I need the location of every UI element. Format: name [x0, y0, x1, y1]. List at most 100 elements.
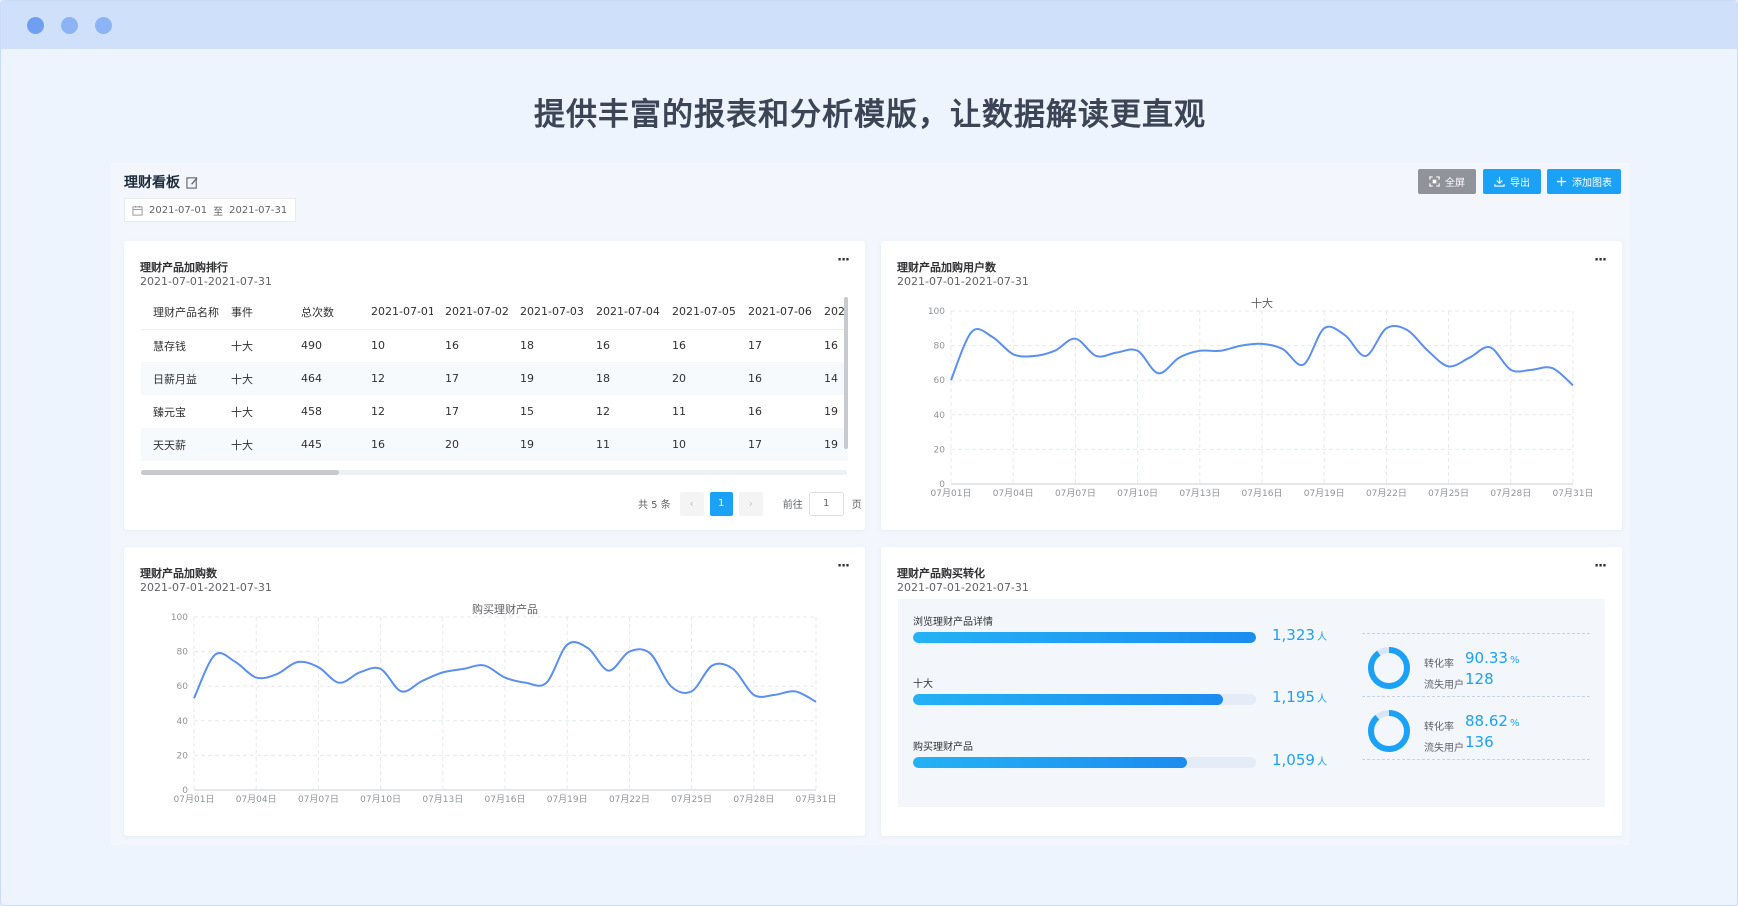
- table-row[interactable]: 日薪月益 十大 464 12 17 19 18 20 16 14: [141, 362, 848, 395]
- lost-users-label: 流失用户: [1424, 680, 1464, 691]
- table-cell: 17: [445, 405, 459, 418]
- table-cell: 十大: [219, 428, 289, 461]
- page-number-button[interactable]: 1: [709, 491, 733, 516]
- board-title: 理财看板: [124, 172, 199, 192]
- x-tick-label: 07月16日: [1242, 488, 1283, 499]
- table-cell: 天天薪: [141, 428, 219, 461]
- more-icon[interactable]: ···: [837, 253, 850, 268]
- table-row[interactable]: 天天薪 十大 445 16 20 19 11 10 17 19: [141, 428, 848, 461]
- funnel-step-label: 购买理财产品: [913, 742, 973, 753]
- table-row[interactable]: 臻元宝 十大 458 12 17 15 12 11 16 19: [141, 395, 848, 428]
- table-horizontal-scrollbar[interactable]: [141, 470, 339, 475]
- table-cell: 14: [812, 362, 848, 395]
- column-header: 2021-07-05: [660, 295, 736, 330]
- x-tick-label: 07月19日: [547, 794, 588, 805]
- ranking-table: 理财产品名称 事件 总次数 2021-07-01 2021-07-02 2021…: [141, 295, 848, 461]
- table-cell: 458: [301, 405, 322, 418]
- x-tick-label: 07月19日: [1304, 488, 1345, 499]
- prev-page-button[interactable]: ‹: [679, 491, 704, 516]
- y-tick-label: 100: [171, 613, 188, 623]
- x-tick-label: 07月04日: [236, 794, 277, 805]
- table-cell: 臻元宝: [153, 405, 186, 419]
- users-line-chart: 02040608010007月01日 07月04日 07月07日 07月10日 07月1…: [928, 296, 1594, 499]
- funnel-step-unit: 人: [1316, 757, 1327, 768]
- pagination: 共 5 条 ‹ 1 › 前往 1 页: [638, 491, 862, 516]
- y-tick-label: 80: [934, 342, 946, 352]
- table-vertical-scrollbar[interactable]: [844, 297, 848, 449]
- column-header: 2021-07-07: [812, 295, 848, 330]
- next-page-button[interactable]: ›: [738, 491, 763, 516]
- conversion-card: 理财产品购买转化 2021-07-01-2021-07-31 ··· 浏览理财产…: [881, 547, 1622, 836]
- y-tick-label: 100: [928, 307, 945, 317]
- table-cell: 16: [736, 362, 812, 395]
- table-cell: 日薪月益: [141, 362, 219, 395]
- table-cell: 10: [660, 428, 736, 461]
- funnel-step-number: 1,323: [1272, 626, 1315, 644]
- table-cell: 11: [584, 428, 660, 461]
- x-tick-label: 07月10日: [1117, 488, 1158, 499]
- x-tick-label: 07月31日: [1553, 488, 1594, 499]
- funnel-step-label: 十大: [913, 679, 933, 690]
- column-header: 理财产品名称: [141, 295, 219, 330]
- window-maximize-dot[interactable]: [95, 17, 112, 34]
- table-cell: 16: [445, 339, 459, 353]
- x-tick-label: 07月10日: [360, 794, 401, 805]
- plus-icon: [1556, 176, 1567, 187]
- fullscreen-button[interactable]: 全屏: [1418, 169, 1476, 194]
- table-cell: 17: [433, 362, 508, 395]
- funnel-step-value: 1,195 人: [1272, 688, 1327, 706]
- column-header: 2021-07-06: [736, 295, 812, 330]
- y-tick-label: 20: [177, 751, 189, 761]
- conversion-rate-value: 90.33%: [1465, 649, 1519, 667]
- table-cell: 12: [596, 405, 610, 418]
- ranking-title: 理财产品加购排行: [140, 261, 228, 274]
- conversion-ring: [1368, 710, 1410, 752]
- date-range-picker[interactable]: 2021-07-01 至 2021-07-31: [124, 198, 296, 222]
- table-cell: 19: [812, 428, 848, 461]
- window-titlebar: [1, 1, 1737, 49]
- table-header-row: 理财产品名称 事件 总次数 2021-07-01 2021-07-02 2021…: [141, 295, 848, 330]
- table-cell: 18: [584, 362, 660, 395]
- x-tick-label: 07月31日: [796, 794, 837, 805]
- funnel-step-bar: [913, 694, 1256, 705]
- conversion-ring: [1368, 647, 1410, 689]
- users-chart-card: 理财产品加购用户数 2021-07-01-2021-07-31 ··· 0 20 4…: [881, 241, 1622, 530]
- x-tick-label: 07月25日: [1428, 488, 1469, 499]
- column-header: 事件: [219, 295, 289, 330]
- y-tick-label: 80: [177, 648, 189, 658]
- edit-icon[interactable]: [186, 176, 199, 189]
- export-button[interactable]: 导出: [1483, 169, 1541, 194]
- page-unit-label: 页: [851, 500, 862, 511]
- calendar-icon: [132, 205, 143, 216]
- conversion-rate-label: 转化率: [1424, 722, 1454, 733]
- window-close-dot[interactable]: [27, 17, 44, 34]
- table-cell: 十大: [231, 339, 253, 353]
- download-icon: [1494, 176, 1505, 187]
- table-row[interactable]: 慧存钱 十大 490 10 16 18 16 16 17 16: [141, 329, 848, 362]
- funnel-step-fill: [913, 757, 1188, 768]
- browser-window: 提供丰富的报表和分析模版，让数据解读更直观 理财看板 2021-07-01 至 …: [0, 0, 1738, 906]
- table-cell: 20: [660, 362, 736, 395]
- goto-page-input[interactable]: 1: [808, 491, 844, 516]
- x-tick-label: 07月04日: [993, 488, 1034, 499]
- window-minimize-dot[interactable]: [61, 17, 78, 34]
- y-tick-label: 20: [934, 445, 946, 455]
- y-tick-label: 60: [177, 682, 189, 692]
- date-start: 2021-07-01: [149, 204, 208, 216]
- table-cell: 16: [672, 339, 686, 353]
- more-icon[interactable]: ···: [1594, 559, 1607, 574]
- x-tick-label: 07月01日: [174, 794, 215, 805]
- table-cell: 20: [433, 428, 508, 461]
- funnel-step-value: 1,323 人: [1272, 626, 1327, 644]
- conversion-rate-value: 88.62%: [1465, 712, 1519, 730]
- table-cell: 十大: [219, 362, 289, 395]
- add-chart-button[interactable]: 添加图表: [1547, 169, 1621, 194]
- series-title: 购买理财产品: [472, 602, 538, 616]
- table-cell: 十大: [231, 405, 253, 419]
- x-tick-label: 07月01日: [931, 488, 972, 499]
- conversion-title: 理财产品购买转化: [897, 567, 985, 580]
- column-header: 总次数: [289, 295, 359, 330]
- table-cell: 慧存钱: [153, 339, 186, 353]
- goto-label: 前往: [782, 500, 803, 511]
- table-cell: 12: [371, 405, 385, 418]
